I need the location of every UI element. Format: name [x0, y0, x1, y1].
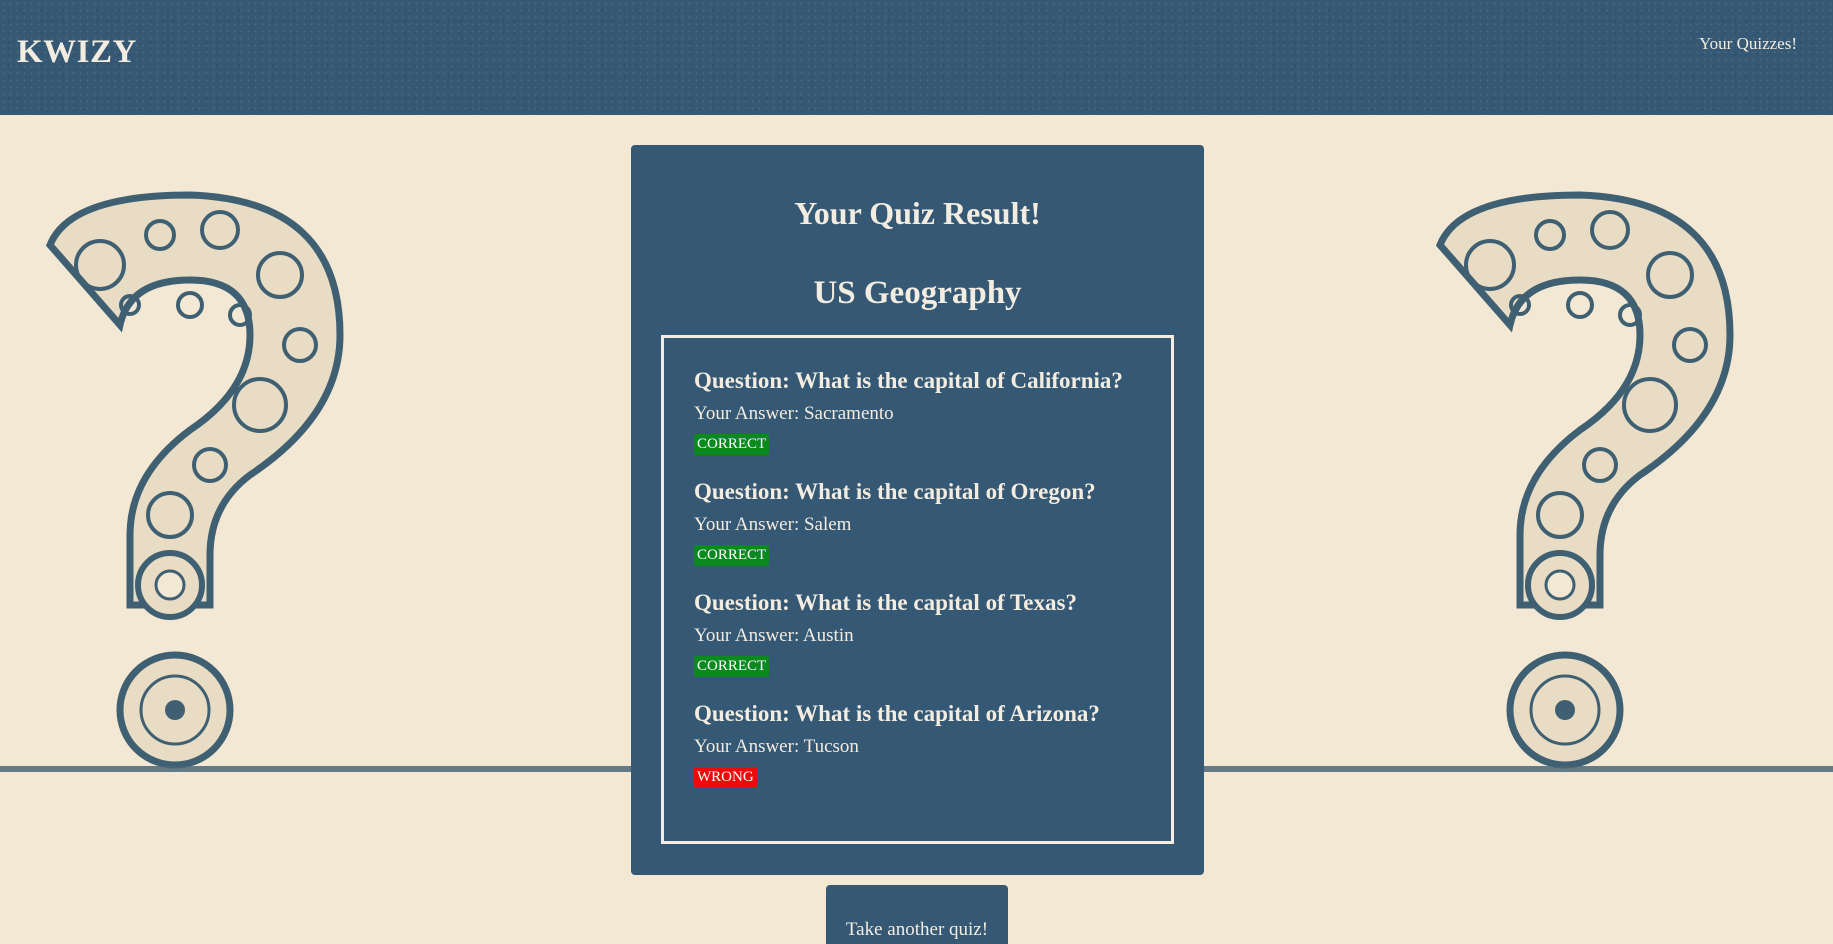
answer-text: Your Answer: Salem	[694, 514, 852, 535]
result-item: Question: What is the capital of Oregon?…	[694, 479, 1096, 566]
your-quizzes-link[interactable]: Your Quizzes!	[1699, 34, 1797, 54]
brand-logo[interactable]: KWIZY	[17, 34, 137, 71]
result-item: Question: What is the capital of Arizona…	[694, 701, 1100, 788]
status-badge: CORRECT	[694, 545, 770, 566]
question-mark-gears-illustration	[45, 191, 344, 769]
answer-text: Your Answer: Sacramento	[694, 403, 894, 424]
result-item: Question: What is the capital of Texas? …	[694, 590, 1077, 677]
answer-text: Your Answer: Austin	[694, 625, 854, 646]
question-text: Question: What is the capital of Oregon?	[694, 479, 1096, 504]
question-text: Question: What is the capital of Texas?	[694, 590, 1077, 615]
question-text: Question: What is the capital of Califor…	[694, 368, 1123, 393]
quiz-name: US Geography	[813, 275, 1022, 311]
question-text: Question: What is the capital of Arizona…	[694, 701, 1100, 726]
take-another-quiz-button[interactable]: Take another quiz!	[826, 885, 1008, 944]
result-item: Question: What is the capital of Califor…	[694, 368, 1123, 455]
result-heading: Your Quiz Result!	[794, 195, 1041, 231]
results-box: Question: What is the capital of Califor…	[661, 335, 1174, 844]
quiz-result-card: Your Quiz Result! US Geography Question:…	[631, 145, 1204, 875]
status-badge: CORRECT	[694, 656, 770, 677]
question-mark-gears-illustration-right	[1435, 191, 1734, 769]
status-badge: WRONG	[694, 767, 757, 788]
status-badge: CORRECT	[694, 434, 770, 455]
answer-text: Your Answer: Tucson	[694, 736, 859, 757]
top-header: KWIZY Your Quizzes!	[0, 0, 1833, 115]
